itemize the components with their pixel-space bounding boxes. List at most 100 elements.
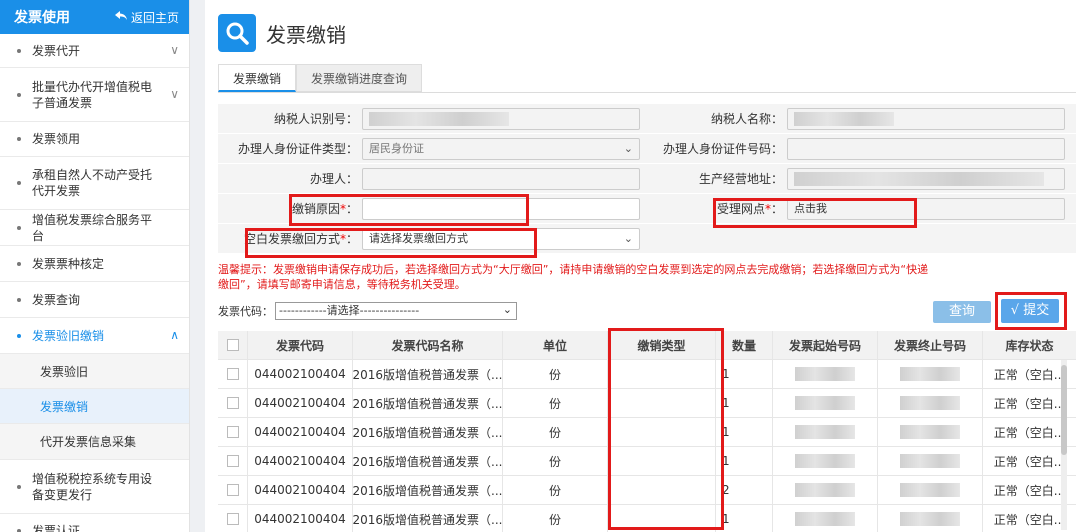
sidebar-item-vat-platform[interactable]: 增值税发票综合服务平台 — [0, 210, 189, 246]
sidebar-subitem-label: 发票缴销 — [40, 399, 89, 414]
bullet-icon — [17, 48, 21, 53]
chevron-down-icon: ∨ — [170, 42, 179, 57]
handler-field[interactable] — [362, 168, 640, 190]
cell-end-no — [878, 447, 983, 475]
form-row: 办理人身份证件类型： 居民身份证 ⌄ 办理人身份证件号码： — [218, 134, 1076, 164]
bullet-icon — [17, 261, 21, 266]
row-checkbox[interactable] — [218, 360, 248, 388]
cell-start-no — [773, 418, 878, 446]
cell-unit: 份 — [503, 476, 608, 504]
bullet-icon — [17, 137, 21, 141]
sidebar-item-invoice-query[interactable]: 发票查询 — [0, 282, 189, 318]
cell-unit: 份 — [503, 360, 608, 388]
cell-name: 2016版增值税普通发票（... — [353, 505, 503, 532]
bullet-icon — [17, 225, 21, 230]
sidebar-item-invoice-type[interactable]: 发票票种核定 — [0, 246, 189, 282]
tab-cancel-progress[interactable]: 发票缴销进度查询 — [296, 64, 423, 92]
cell-name: 2016版增值税普通发票（... — [353, 418, 503, 446]
sidebar-subitem-cancel[interactable]: 发票缴销 — [0, 389, 189, 424]
cell-unit: 份 — [503, 389, 608, 417]
row-checkbox[interactable] — [218, 389, 248, 417]
highlight-cancel-type — [608, 328, 724, 530]
id-number-field[interactable] — [787, 138, 1065, 160]
sidebar-item-invoice-verify-cancel[interactable]: 发票验旧缴销 ∧ — [0, 318, 189, 354]
sidebar-item-label: 增值税税控系统专用设备变更发行 — [32, 471, 153, 502]
sidebar-item-invoice-issue[interactable]: 发票代开 ∨ — [0, 34, 189, 68]
col-qty: 数量 — [716, 331, 773, 359]
row-checkbox[interactable] — [218, 505, 248, 532]
col-code: 发票代码 — [248, 331, 353, 359]
back-home-label: 返回主页 — [130, 10, 179, 25]
cell-code: 044002100404 — [248, 389, 353, 417]
cell-end-no — [878, 418, 983, 446]
taxpayer-id-field — [362, 108, 640, 130]
sidebar-item-label: 发票代开 — [32, 43, 81, 58]
chevron-down-icon: ⌄ — [502, 303, 512, 316]
warning-text: 温馨提示：发票缴销申请保存成功后，若选择缴回方式为“大厅缴回”，请持申请缴销的空… — [218, 263, 929, 291]
sidebar-subitem-verify[interactable]: 发票验旧 — [0, 354, 189, 389]
cell-start-no — [773, 389, 878, 417]
tab-invoice-cancel[interactable]: 发票缴销 — [218, 64, 297, 92]
address-field — [787, 168, 1065, 190]
back-arrow-icon — [114, 10, 127, 24]
sidebar-item-tax-device[interactable]: 增值税税控系统专用设备变更发行 — [0, 460, 189, 514]
form-row: 纳税人识别号： 纳税人名称： — [218, 104, 1076, 134]
highlight-submit — [995, 292, 1067, 330]
id-type-select[interactable]: 居民身份证 ⌄ — [362, 138, 640, 160]
cell-start-no — [773, 360, 878, 388]
sidebar-item-invoice-receive[interactable]: 发票领用 — [0, 122, 189, 157]
sidebar-item-invoice-auth[interactable]: 发票认证 — [0, 514, 189, 532]
cell-name: 2016版增值税普通发票（... — [353, 389, 503, 417]
select-all-checkbox[interactable] — [218, 331, 248, 359]
col-status: 库存状态 — [1005, 338, 1054, 353]
query-button[interactable]: 查询 — [933, 301, 991, 323]
sidebar-item-label: 发票验旧缴销 — [32, 328, 105, 343]
code-select[interactable]: ------------请选择--------------- ⌄ — [275, 302, 517, 320]
row-checkbox[interactable] — [218, 418, 248, 446]
chevron-down-icon: ∨ — [170, 86, 179, 101]
cell-name: 2016版增值税普通发票（... — [353, 476, 503, 504]
cell-code: 044002100404 — [248, 476, 353, 504]
sidebar-subitem-info-collect[interactable]: 代开发票信息采集 — [0, 424, 189, 460]
col-start-no: 发票起始号码 — [773, 331, 878, 359]
cell-qty: 1 — [716, 447, 773, 475]
sidebar-item-label: 增值税发票综合服务平台 — [32, 212, 153, 243]
main-panel: 发票缴销 发票缴销 发票缴销进度查询 纳税人识别号： 纳税人名称： 办理人身份证… — [205, 0, 1080, 532]
row-checkbox[interactable] — [218, 447, 248, 475]
cell-unit: 份 — [503, 418, 608, 446]
cell-qty: 1 — [716, 505, 773, 532]
code-label: 发票代码： — [218, 305, 273, 318]
cell-name: 2016版增值税普通发票（... — [353, 360, 503, 388]
cell-end-no — [878, 389, 983, 417]
table-scrollbar-thumb[interactable] — [1061, 365, 1067, 455]
taxpayer-name-field — [787, 108, 1065, 130]
sidebar-item-batch-e-invoice[interactable]: 批量代办代开增值税电子普通发票 ∨ — [0, 68, 189, 122]
bullet-icon — [17, 333, 21, 338]
cell-unit: 份 — [503, 447, 608, 475]
highlight-office — [713, 198, 917, 228]
form-row: 办理人： 生产经营地址： — [218, 164, 1076, 194]
page-title: 发票缴销 — [266, 22, 346, 47]
sidebar-item-lease-property[interactable]: 承租自然人不动产受托代开发票 — [0, 157, 189, 210]
page-header: 发票缴销 — [218, 14, 346, 52]
cell-code: 044002100404 — [248, 447, 353, 475]
cell-start-no — [773, 505, 878, 532]
cell-start-no — [773, 447, 878, 475]
cell-unit: 份 — [503, 505, 608, 532]
bullet-icon — [17, 92, 21, 97]
row-checkbox[interactable] — [218, 476, 248, 504]
search-icon — [218, 14, 256, 52]
back-home-link[interactable]: 返回主页 — [114, 9, 179, 26]
cell-start-no — [773, 476, 878, 504]
highlight-cancel-reason — [289, 194, 529, 226]
cell-end-no — [878, 476, 983, 504]
code-filter: 发票代码： ------------请选择--------------- ⌄ — [218, 302, 517, 320]
sidebar-item-label: 发票票种核定 — [32, 256, 105, 271]
bullet-icon — [17, 181, 21, 185]
cell-end-no — [878, 360, 983, 388]
cell-end-no — [878, 505, 983, 532]
chevron-down-icon: ⌄ — [623, 142, 633, 155]
id-type-value: 居民身份证 — [369, 142, 424, 155]
tab-bar: 发票缴销 发票缴销进度查询 — [218, 64, 423, 92]
cell-qty: 2 — [716, 476, 773, 504]
